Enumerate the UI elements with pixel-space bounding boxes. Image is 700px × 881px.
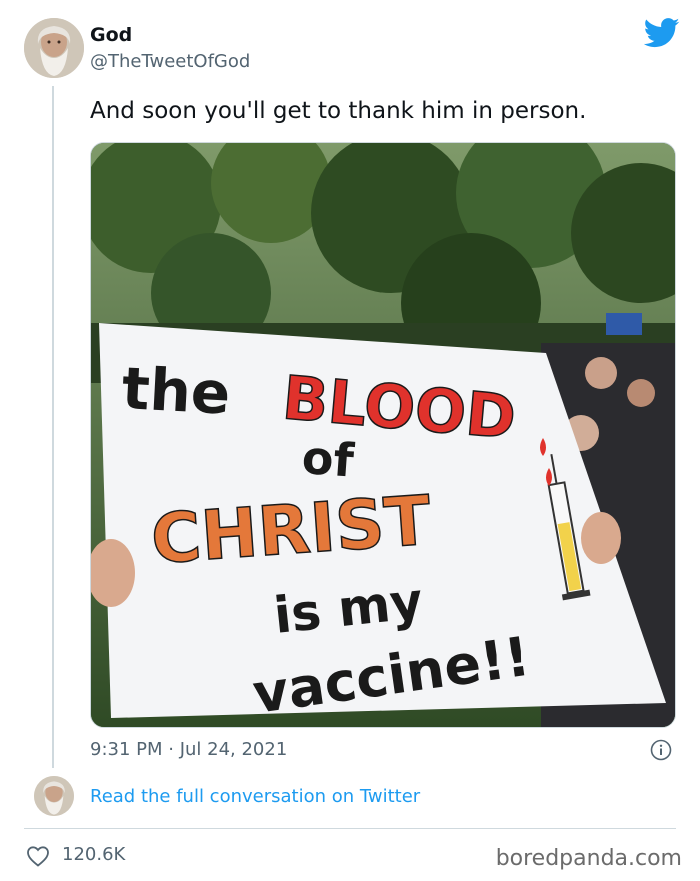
read-conversation-link[interactable]: Read the full conversation on Twitter bbox=[90, 786, 420, 807]
thread-line bbox=[52, 86, 54, 768]
divider bbox=[24, 828, 676, 829]
conversation-avatar[interactable] bbox=[34, 776, 74, 816]
tweet-text: And soon you'll get to thank him in pers… bbox=[90, 98, 587, 124]
author-avatar[interactable] bbox=[24, 18, 84, 78]
twitter-bird-icon[interactable] bbox=[644, 18, 680, 48]
like-count[interactable]: 120.6K bbox=[62, 844, 125, 865]
author-name[interactable]: God bbox=[90, 24, 132, 46]
embedded-tweet-card: God @TheTweetOfGod And soon you'll get t… bbox=[0, 0, 700, 881]
heart-icon[interactable] bbox=[26, 845, 50, 867]
boredpanda-watermark: boredpanda.com bbox=[495, 846, 682, 871]
info-icon[interactable] bbox=[650, 739, 672, 761]
tweet-photo[interactable]: the BLOOD of CHRIST is my vaccine!! bbox=[90, 142, 676, 728]
sign-word-of: of bbox=[300, 430, 356, 488]
author-handle[interactable]: @TheTweetOfGod bbox=[90, 51, 250, 72]
tweet-timestamp[interactable]: 9:31 PM · Jul 24, 2021 bbox=[90, 739, 287, 760]
sign-word-the: the bbox=[120, 354, 232, 428]
